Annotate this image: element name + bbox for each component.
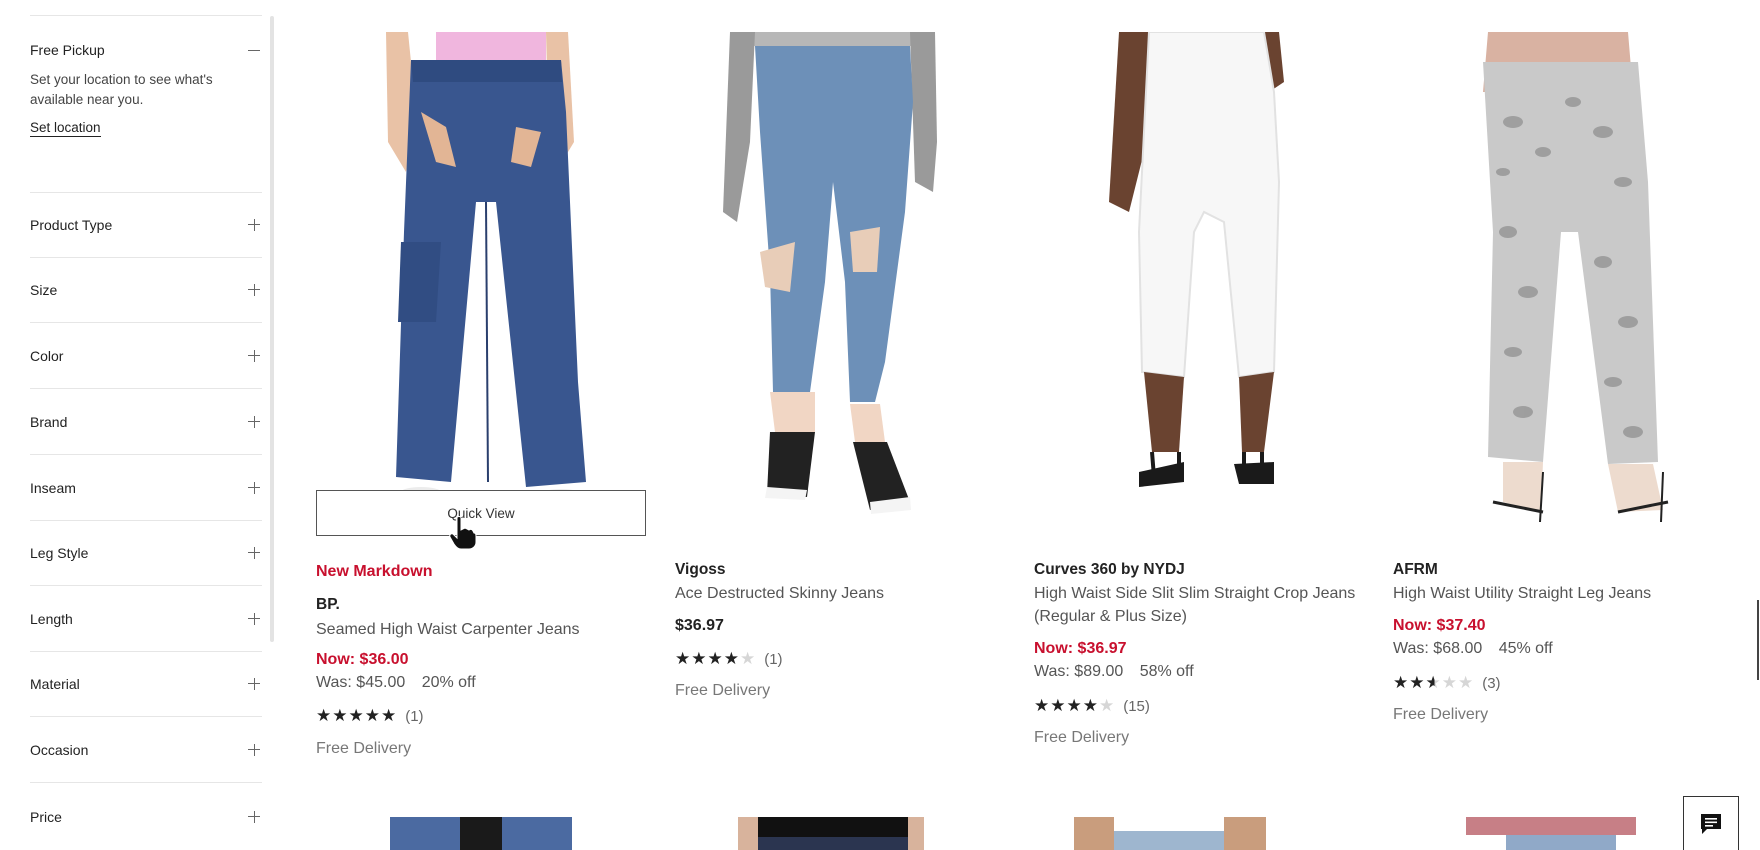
rating-row[interactable]: ★★★★★ (1) xyxy=(675,649,783,669)
facet-label: Inseam xyxy=(30,479,76,496)
snake-print-jeans-image xyxy=(1393,32,1723,540)
light-wash-skinny-jeans-image xyxy=(675,32,1005,540)
plus-icon[interactable] xyxy=(248,349,260,362)
product-image[interactable] xyxy=(1074,817,1266,850)
facet-label: Brand xyxy=(30,413,68,430)
was-price: Was: $45.00 xyxy=(316,674,406,691)
facet-size[interactable]: Size xyxy=(30,257,262,323)
delivery-info: Free Delivery xyxy=(1393,706,1489,723)
plus-icon[interactable] xyxy=(248,677,260,690)
was-price: Was: $89.00 xyxy=(1034,663,1124,680)
pink-top-jeans-thumbnail xyxy=(1446,817,1656,850)
review-count: (1) xyxy=(405,708,424,725)
sidebar-divider xyxy=(30,15,262,16)
quick-view-button[interactable]: Quick View xyxy=(316,490,646,536)
denim-jacket-thumbnail xyxy=(390,817,572,850)
hand-cursor-icon xyxy=(449,516,477,550)
facet-label: Leg Style xyxy=(30,544,89,561)
plus-icon[interactable] xyxy=(248,415,260,428)
product-image[interactable] xyxy=(1034,32,1364,540)
review-count: (1) xyxy=(764,651,783,668)
pickup-description: Set your location to see what's availabl… xyxy=(30,72,213,107)
product-image[interactable] xyxy=(738,817,924,850)
was-price-row: Was: $45.00 20% off xyxy=(316,674,476,692)
product-brand[interactable]: BP. xyxy=(316,596,340,614)
product-image[interactable] xyxy=(316,32,646,540)
facet-label: Material xyxy=(30,675,80,692)
rating-row[interactable]: ★★★★★ (3) xyxy=(1393,673,1501,693)
white-crop-jeans-image xyxy=(1034,32,1364,540)
filter-sidebar: Free Pickup Set your location to see wha… xyxy=(0,0,274,850)
facet-label: Occasion xyxy=(30,741,89,758)
set-location-link[interactable]: Set location xyxy=(30,120,101,137)
review-count: (3) xyxy=(1482,675,1501,692)
facet-brand[interactable]: Brand xyxy=(30,389,262,455)
rating-row[interactable]: ★★★★★ (1) xyxy=(316,706,424,726)
product-name[interactable]: Seamed High Waist Carpenter Jeans xyxy=(316,618,580,641)
product-image[interactable] xyxy=(390,817,572,850)
facet-label: Product Type xyxy=(30,216,113,233)
facet-free-pickup-header[interactable]: Free Pickup xyxy=(30,30,262,70)
star-icon-rating: ★★★★★ xyxy=(1393,673,1475,692)
facet-length[interactable]: Length xyxy=(30,586,262,652)
plus-icon[interactable] xyxy=(248,612,260,625)
page-scrollbar[interactable] xyxy=(1757,600,1759,680)
plus-icon[interactable] xyxy=(248,218,260,231)
facet-label: Size xyxy=(30,281,58,298)
was-price-row: Was: $89.00 58% off xyxy=(1034,663,1194,681)
product-brand[interactable]: Vigoss xyxy=(675,561,726,579)
delivery-info: Free Delivery xyxy=(675,682,771,699)
product-image[interactable] xyxy=(1446,817,1656,850)
review-count: (15) xyxy=(1123,698,1150,715)
plus-icon[interactable] xyxy=(248,546,260,559)
product-image[interactable] xyxy=(1393,32,1723,540)
was-price: Was: $68.00 xyxy=(1393,640,1483,657)
dark-jeans-thumbnail xyxy=(738,817,924,850)
product-brand[interactable]: AFRM xyxy=(1393,561,1438,579)
facet-label: Color xyxy=(30,347,64,364)
minus-icon[interactable] xyxy=(248,44,260,56)
rating-row[interactable]: ★★★★★ (15) xyxy=(1034,696,1150,716)
delivery-info: Free Delivery xyxy=(1034,729,1130,746)
sale-price: Now: $37.40 xyxy=(1393,617,1486,634)
facet-inseam[interactable]: Inseam xyxy=(30,455,262,521)
delivery-info: Free Delivery xyxy=(316,740,412,757)
star-icon-rating: ★★★★★ xyxy=(316,706,398,725)
plus-icon[interactable] xyxy=(248,481,260,494)
markdown-badge: New Markdown xyxy=(316,563,433,580)
discount-percent: 20% off xyxy=(421,674,476,691)
was-price-row: Was: $68.00 45% off xyxy=(1393,640,1553,658)
facet-free-pickup: Free Pickup Set your location to see wha… xyxy=(30,30,262,193)
product-name[interactable]: High Waist Utility Straight Leg Jeans xyxy=(1393,582,1651,605)
facet-material[interactable]: Material xyxy=(30,651,262,717)
sidebar-scrollbar[interactable] xyxy=(270,16,274,642)
plus-icon[interactable] xyxy=(248,283,260,296)
product-name-line2[interactable]: (Regular & Plus Size) xyxy=(1034,605,1187,628)
facet-leg-style[interactable]: Leg Style xyxy=(30,520,262,586)
star-icon-rating: ★★★★★ xyxy=(1034,696,1116,715)
facet-label: Length xyxy=(30,610,73,627)
white-top-jeans-thumbnail xyxy=(1074,817,1266,850)
facet-product-type[interactable]: Product Type xyxy=(30,192,262,258)
product-image[interactable] xyxy=(675,32,1005,540)
discount-percent: 58% off xyxy=(1139,663,1194,680)
product-name[interactable]: Ace Destructed Skinny Jeans xyxy=(675,582,884,605)
sale-price: Now: $36.97 xyxy=(1034,640,1127,657)
product-name[interactable]: High Waist Side Slit Slim Straight Crop … xyxy=(1034,582,1355,605)
plus-icon[interactable] xyxy=(248,743,260,756)
product-brand[interactable]: Curves 360 by NYDJ xyxy=(1034,561,1185,579)
denim-carpenter-jeans-image xyxy=(316,32,646,540)
facet-label: Price xyxy=(30,808,62,825)
discount-percent: 45% off xyxy=(1498,640,1553,657)
facet-price[interactable]: Price xyxy=(30,784,262,849)
facet-color[interactable]: Color xyxy=(30,323,262,389)
star-icon-rating: ★★★★★ xyxy=(675,649,757,668)
facet-free-pickup-title: Free Pickup xyxy=(30,42,105,58)
sale-price: Now: $36.00 xyxy=(316,651,409,668)
chat-button[interactable] xyxy=(1683,796,1739,850)
plus-icon[interactable] xyxy=(248,810,260,823)
product-price: $36.97 xyxy=(675,617,724,634)
facet-occasion[interactable]: Occasion xyxy=(30,717,262,783)
chat-icon xyxy=(1701,813,1721,834)
